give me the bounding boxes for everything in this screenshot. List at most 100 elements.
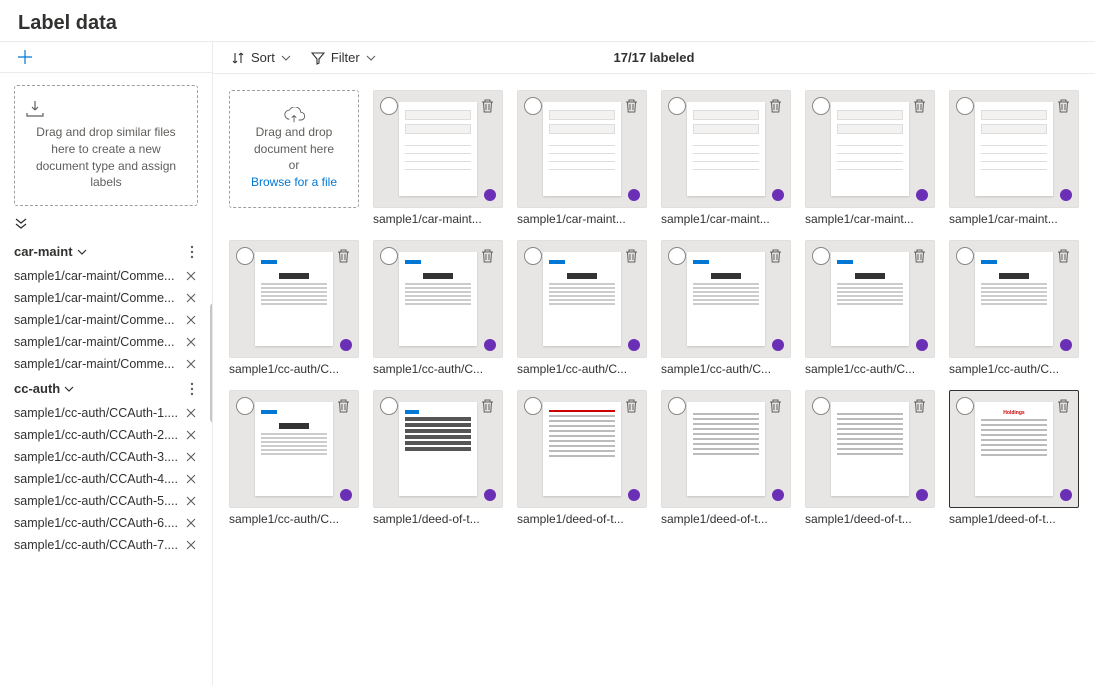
thumbnail[interactable] [229,390,359,508]
thumbnail[interactable] [373,90,503,208]
sort-button[interactable]: Sort [231,50,291,65]
remove-file-button[interactable] [184,359,198,369]
select-checkbox[interactable] [956,397,974,415]
file-row[interactable]: sample1/cc-auth/CCAuth-4.... [14,468,198,490]
remove-file-button[interactable] [184,293,198,303]
thumbnail[interactable] [949,90,1079,208]
delete-button[interactable] [1054,97,1072,115]
select-checkbox[interactable] [812,397,830,415]
thumbnail[interactable] [517,240,647,358]
document-card[interactable]: sample1/car-maint... [805,90,935,226]
document-card[interactable]: sample1/cc-auth/C... [229,390,359,526]
expand-all-toggle[interactable] [14,216,198,230]
thumbnail[interactable] [661,90,791,208]
select-checkbox[interactable] [524,97,542,115]
delete-button[interactable] [1054,397,1072,415]
remove-file-button[interactable] [184,540,198,550]
delete-button[interactable] [766,397,784,415]
group-toggle-car-maint[interactable]: car-maint [14,244,87,259]
file-row[interactable]: sample1/cc-auth/CCAuth-7.... [14,534,198,556]
thumbnail[interactable]: Holdings [949,390,1079,508]
delete-button[interactable] [766,97,784,115]
group-menu-cc-auth[interactable] [186,382,198,396]
document-card[interactable]: sample1/cc-auth/C... [517,240,647,376]
file-row[interactable]: sample1/car-maint/Comme... [14,265,198,287]
delete-button[interactable] [478,97,496,115]
delete-button[interactable] [334,247,352,265]
delete-button[interactable] [478,397,496,415]
document-card[interactable]: sample1/cc-auth/C... [373,240,503,376]
document-card[interactable]: sample1/cc-auth/C... [229,240,359,376]
delete-button[interactable] [1054,247,1072,265]
remove-file-button[interactable] [184,452,198,462]
add-button[interactable] [18,50,194,64]
select-checkbox[interactable] [956,97,974,115]
document-card[interactable]: Holdings sample1/deed-of-t... [949,390,1079,526]
select-checkbox[interactable] [380,97,398,115]
thumbnail[interactable] [661,390,791,508]
file-row[interactable]: sample1/cc-auth/CCAuth-3.... [14,446,198,468]
document-card[interactable]: sample1/deed-of-t... [517,390,647,526]
document-card[interactable]: sample1/cc-auth/C... [661,240,791,376]
main-dropzone[interactable]: Drag and drop document here or Browse fo… [229,90,359,208]
thumbnail[interactable] [949,240,1079,358]
document-card[interactable]: sample1/car-maint... [949,90,1079,226]
select-checkbox[interactable] [524,397,542,415]
sidebar-scrollbar[interactable] [210,303,212,423]
file-row[interactable]: sample1/cc-auth/CCAuth-1.... [14,402,198,424]
select-checkbox[interactable] [524,247,542,265]
select-checkbox[interactable] [668,247,686,265]
thumbnail[interactable] [661,240,791,358]
remove-file-button[interactable] [184,337,198,347]
delete-button[interactable] [910,397,928,415]
remove-file-button[interactable] [184,518,198,528]
group-menu-car-maint[interactable] [186,245,198,259]
delete-button[interactable] [622,97,640,115]
remove-file-button[interactable] [184,474,198,484]
document-card[interactable]: sample1/car-maint... [373,90,503,226]
select-checkbox[interactable] [236,247,254,265]
select-checkbox[interactable] [668,397,686,415]
remove-file-button[interactable] [184,271,198,281]
document-card[interactable]: sample1/cc-auth/C... [949,240,1079,376]
thumbnail[interactable] [805,390,935,508]
thumbnail[interactable] [373,240,503,358]
select-checkbox[interactable] [812,97,830,115]
select-checkbox[interactable] [956,247,974,265]
thumbnail[interactable] [517,90,647,208]
file-row[interactable]: sample1/cc-auth/CCAuth-2.... [14,424,198,446]
select-checkbox[interactable] [668,97,686,115]
delete-button[interactable] [910,97,928,115]
file-row[interactable]: sample1/car-maint/Comme... [14,287,198,309]
delete-button[interactable] [766,247,784,265]
remove-file-button[interactable] [184,496,198,506]
select-checkbox[interactable] [812,247,830,265]
thumbnail[interactable] [229,240,359,358]
sidebar-dropzone[interactable]: Drag and drop similar files here to crea… [14,85,198,206]
delete-button[interactable] [478,247,496,265]
file-row[interactable]: sample1/car-maint/Comme... [14,309,198,331]
file-row[interactable]: sample1/cc-auth/CCAuth-5.... [14,490,198,512]
file-row[interactable]: sample1/cc-auth/CCAuth-6.... [14,512,198,534]
thumbnail[interactable] [373,390,503,508]
document-card[interactable]: sample1/car-maint... [517,90,647,226]
browse-link[interactable]: Browse for a file [251,174,337,191]
remove-file-button[interactable] [184,315,198,325]
document-card[interactable]: sample1/deed-of-t... [373,390,503,526]
file-row[interactable]: sample1/car-maint/Comme... [14,331,198,353]
delete-button[interactable] [910,247,928,265]
filter-button[interactable]: Filter [311,50,376,65]
delete-button[interactable] [622,397,640,415]
remove-file-button[interactable] [184,430,198,440]
thumbnail[interactable] [805,90,935,208]
select-checkbox[interactable] [380,397,398,415]
thumbnail[interactable] [805,240,935,358]
group-toggle-cc-auth[interactable]: cc-auth [14,381,74,396]
document-card[interactable]: sample1/car-maint... [661,90,791,226]
thumbnail[interactable] [517,390,647,508]
document-card[interactable]: sample1/cc-auth/C... [805,240,935,376]
document-card[interactable]: sample1/deed-of-t... [805,390,935,526]
remove-file-button[interactable] [184,408,198,418]
select-checkbox[interactable] [380,247,398,265]
delete-button[interactable] [622,247,640,265]
